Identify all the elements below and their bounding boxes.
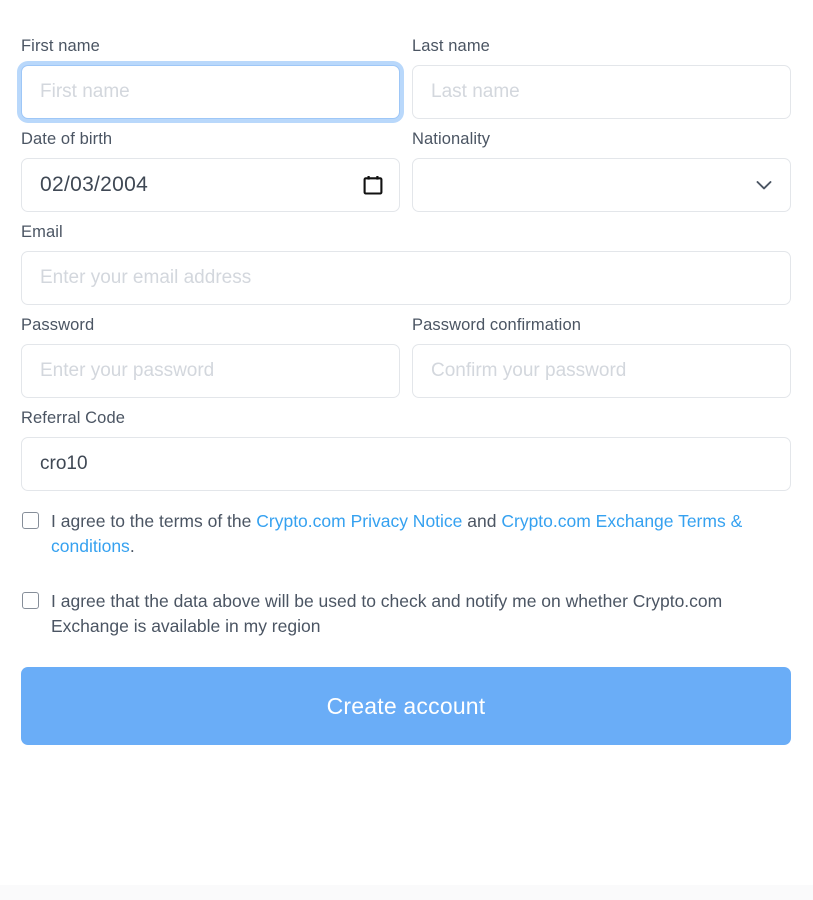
first-name-input-wrap [21, 65, 400, 119]
referral-row: Referral Code [21, 408, 791, 491]
nationality-field-group: Nationality [412, 129, 791, 212]
signup-page: First name Last name Date of birth 02/03… [0, 0, 813, 900]
last-name-field-group: Last name [412, 36, 791, 119]
footer-strip [0, 885, 813, 900]
region-consent-checkbox[interactable] [22, 592, 39, 609]
email-field-group: Email [21, 222, 791, 305]
dob-field-group: Date of birth 02/03/2004 [21, 129, 400, 212]
email-input[interactable] [21, 251, 791, 305]
name-row: First name Last name [21, 36, 791, 119]
chevron-down-icon[interactable] [754, 175, 774, 195]
password-input-wrap [21, 344, 400, 398]
password-confirmation-input-wrap [412, 344, 791, 398]
terms-text-after: . [129, 536, 135, 556]
password-confirmation-label: Password confirmation [412, 316, 582, 334]
date-of-birth-value: 02/03/2004 [40, 173, 149, 196]
last-name-label: Last name [412, 37, 490, 55]
first-name-input[interactable] [21, 65, 400, 119]
terms-consent-label: I agree to the terms of the Crypto.com P… [51, 509, 778, 559]
password-row: Password Password confirmation [21, 315, 791, 398]
referral-code-label: Referral Code [21, 409, 126, 427]
terms-text-before: I agree to the terms of the [51, 511, 257, 531]
referral-code-input[interactable] [21, 437, 791, 491]
registration-form: First name Last name Date of birth 02/03… [21, 36, 791, 745]
password-input[interactable] [21, 344, 400, 398]
first-name-field-group: First name [21, 36, 400, 119]
referral-code-input-wrap [21, 437, 791, 491]
email-row: Email [21, 222, 791, 305]
password-confirmation-input[interactable] [412, 344, 791, 398]
last-name-input[interactable] [412, 65, 791, 119]
nationality-label: Nationality [412, 130, 491, 148]
terms-consent-row: I agree to the terms of the Crypto.com P… [21, 509, 791, 559]
password-field-group: Password [21, 315, 400, 398]
region-consent-label: I agree that the data above will be used… [51, 591, 723, 636]
terms-consent-checkbox[interactable] [22, 512, 39, 529]
dob-nationality-row: Date of birth 02/03/2004 Nationality [21, 129, 791, 212]
privacy-notice-link[interactable]: Crypto.com Privacy Notice [256, 511, 462, 531]
nationality-select[interactable] [412, 158, 791, 212]
terms-text-middle: and [462, 511, 502, 531]
password-label: Password [21, 316, 95, 334]
date-of-birth-input[interactable]: 02/03/2004 [21, 158, 400, 212]
first-name-label: First name [21, 37, 100, 55]
email-input-wrap [21, 251, 791, 305]
email-label: Email [21, 223, 63, 241]
calendar-icon[interactable] [363, 175, 383, 195]
password-confirmation-field-group: Password confirmation [412, 315, 791, 398]
date-of-birth-label: Date of birth [21, 130, 113, 148]
create-account-button[interactable]: Create account [21, 667, 791, 745]
referral-code-field-group: Referral Code [21, 408, 791, 491]
region-consent-row: I agree that the data above will be used… [21, 589, 791, 639]
last-name-input-wrap [412, 65, 791, 119]
